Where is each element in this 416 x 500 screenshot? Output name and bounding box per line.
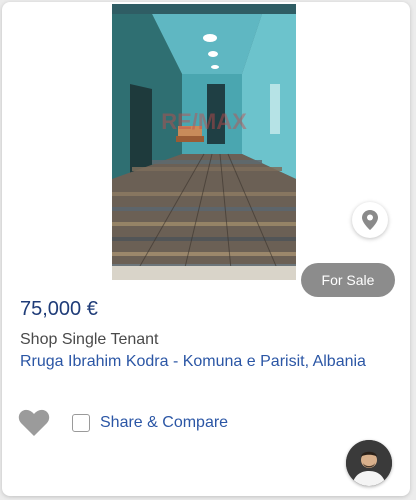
favorite-button[interactable] bbox=[18, 409, 50, 437]
heart-icon bbox=[18, 409, 50, 436]
compare-checkbox[interactable] bbox=[72, 414, 90, 432]
listing-card[interactable]: RE/MAX For Sale 75,000 € Shop Single Ten… bbox=[2, 2, 410, 496]
status-badge: For Sale bbox=[301, 263, 395, 297]
agent-avatar[interactable] bbox=[346, 440, 392, 486]
property-address-link[interactable]: Rruga Ibrahim Kodra - Komuna e Parisit, … bbox=[20, 353, 366, 371]
property-photo[interactable]: RE/MAX bbox=[112, 4, 296, 280]
map-pin-button[interactable] bbox=[352, 202, 388, 238]
remax-watermark: RE/MAX bbox=[161, 109, 247, 134]
agent-photo bbox=[346, 440, 392, 486]
property-photo-image: RE/MAX bbox=[112, 4, 296, 280]
listing-price: 75,000 € bbox=[20, 298, 98, 320]
map-pin-icon bbox=[362, 210, 378, 230]
property-type: Shop Single Tenant bbox=[20, 331, 159, 348]
compare-label[interactable]: Share & Compare bbox=[100, 414, 228, 432]
share-compare-control[interactable]: Share & Compare bbox=[72, 414, 228, 432]
